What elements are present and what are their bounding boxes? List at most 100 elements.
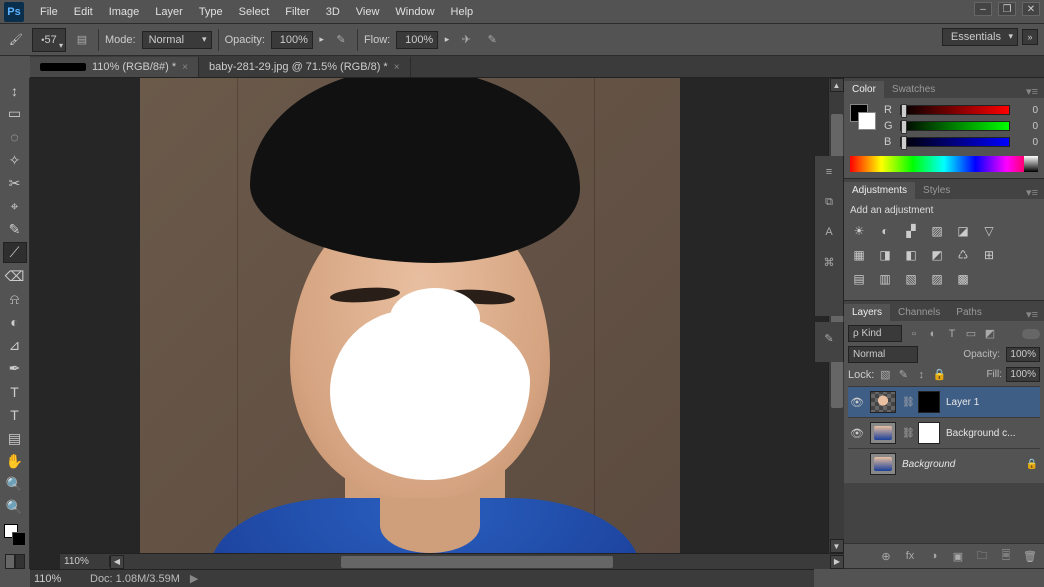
- filter-smart-icon[interactable]: ◩: [982, 326, 998, 342]
- tab-layers[interactable]: Layers: [844, 304, 890, 321]
- layer-row[interactable]: 👁 ⛓ Background c...: [848, 417, 1040, 448]
- status-menu-icon[interactable]: ▶: [190, 572, 198, 585]
- shape-tool[interactable]: ✋: [3, 451, 27, 472]
- lock-pixels-icon[interactable]: ✎: [896, 368, 910, 382]
- photofilter-icon[interactable]: ◧: [902, 246, 920, 264]
- horizontal-scrollbar[interactable]: 110% ◀ ▶: [60, 553, 844, 569]
- tab-adjustments[interactable]: Adjustments: [844, 182, 915, 199]
- brush-panel-toggle-icon[interactable]: ▤: [72, 30, 92, 50]
- brush-preset-picker[interactable]: • 57: [32, 28, 66, 52]
- red-value[interactable]: 0: [1016, 105, 1038, 116]
- visibility-icon[interactable]: 👁: [850, 396, 864, 409]
- color-swatches[interactable]: [4, 524, 26, 545]
- delete-layer-icon[interactable]: 🗑: [1022, 548, 1038, 564]
- tab-close-icon[interactable]: ×: [182, 62, 188, 73]
- tool-preset-icon[interactable]: 🖌: [6, 30, 26, 50]
- dodge-tool[interactable]: ✒: [3, 358, 27, 379]
- menu-layer[interactable]: Layer: [147, 6, 191, 18]
- actions-icon[interactable]: ⧉: [819, 192, 839, 212]
- filter-toggle[interactable]: [1022, 329, 1040, 339]
- quickmask-toggle[interactable]: [5, 554, 25, 569]
- menu-type[interactable]: Type: [191, 6, 231, 18]
- menu-edit[interactable]: Edit: [66, 6, 101, 18]
- fx-icon[interactable]: fx: [902, 548, 918, 564]
- lock-transparency-icon[interactable]: ▧: [878, 368, 892, 382]
- character-icon[interactable]: A: [819, 222, 839, 242]
- stamp-tool[interactable]: ⌫: [3, 265, 27, 286]
- menu-file[interactable]: File: [32, 6, 66, 18]
- workspace-select[interactable]: Essentials: [942, 28, 1018, 46]
- lasso-tool[interactable]: ◌: [3, 126, 27, 147]
- filter-pixel-icon[interactable]: ▫: [906, 326, 922, 342]
- more-icon[interactable]: ▩: [954, 270, 972, 288]
- healing-tool[interactable]: ✎: [3, 219, 27, 240]
- lock-position-icon[interactable]: ↕: [914, 368, 928, 382]
- status-zoom[interactable]: 110%: [34, 573, 80, 585]
- hand-tool[interactable]: 🔍: [3, 474, 27, 495]
- menu-view[interactable]: View: [348, 6, 388, 18]
- red-slider[interactable]: [900, 105, 1010, 115]
- path-select-tool[interactable]: ▤: [3, 428, 27, 449]
- filter-adjust-icon[interactable]: ◐: [925, 326, 941, 342]
- adjustment-layer-icon[interactable]: ▣: [950, 548, 966, 564]
- pressure-opacity-icon[interactable]: ✎: [331, 30, 351, 50]
- threshold-icon[interactable]: ▥: [876, 270, 894, 288]
- gradient-tool[interactable]: ⊿: [3, 335, 27, 356]
- panel-menu-icon[interactable]: ▾≡: [1020, 308, 1044, 321]
- link-icon[interactable]: ⛓: [902, 397, 912, 408]
- invert-icon[interactable]: ⊞: [980, 246, 998, 264]
- document-tab[interactable]: baby-281-29.jpg @ 71.5% (RGB/8) * ×: [199, 57, 411, 77]
- curves-icon[interactable]: ▞: [902, 222, 920, 240]
- tab-channels[interactable]: Channels: [890, 304, 948, 321]
- huesat-icon[interactable]: ▽: [980, 222, 998, 240]
- colorlookup-icon[interactable]: ♺: [954, 246, 972, 264]
- layer-row[interactable]: 👁 ⛓ Layer 1: [848, 386, 1040, 417]
- menu-filter[interactable]: Filter: [277, 6, 317, 18]
- panel-menu-icon[interactable]: ▾≡: [1020, 186, 1044, 199]
- scroll-down-icon[interactable]: ▼: [830, 539, 844, 553]
- blue-value[interactable]: 0: [1016, 137, 1038, 148]
- opacity-field[interactable]: 100%: [271, 31, 313, 49]
- layer-filter-kind[interactable]: ρ Kind: [848, 325, 902, 342]
- tab-close-icon[interactable]: ×: [394, 62, 400, 73]
- marquee-tool[interactable]: ▭: [3, 103, 27, 124]
- properties-icon[interactable]: ✎: [819, 328, 839, 348]
- group-icon[interactable]: 🗀: [974, 548, 990, 564]
- flow-field[interactable]: 100%: [396, 31, 438, 49]
- layer-mask-thumbnail[interactable]: [918, 422, 940, 444]
- type-tool[interactable]: T: [3, 404, 27, 425]
- panel-menu-icon[interactable]: ▾≡: [1020, 85, 1044, 98]
- blend-mode-select[interactable]: Normal: [848, 346, 918, 363]
- status-doc-size[interactable]: Doc: 1.08M/3.59M: [90, 573, 180, 585]
- tab-styles[interactable]: Styles: [915, 182, 958, 199]
- paragraph-icon[interactable]: ⌘: [819, 252, 839, 272]
- menu-window[interactable]: Window: [387, 6, 442, 18]
- tab-paths[interactable]: Paths: [948, 304, 990, 321]
- document-tab[interactable]: 110% (RGB/8#) * ×: [30, 57, 199, 77]
- blend-mode-select[interactable]: Normal: [142, 31, 212, 49]
- layer-opacity-field[interactable]: 100%: [1006, 347, 1040, 362]
- menu-3d[interactable]: 3D: [318, 6, 348, 18]
- menu-image[interactable]: Image: [101, 6, 148, 18]
- airbrush-icon[interactable]: ✈: [456, 30, 476, 50]
- selectivecolor-icon[interactable]: ▨: [928, 270, 946, 288]
- levels-icon[interactable]: ◐: [876, 222, 894, 240]
- pen-tool[interactable]: T: [3, 381, 27, 402]
- green-slider[interactable]: [900, 121, 1010, 131]
- close-button[interactable]: ✕: [1022, 2, 1040, 16]
- link-layers-icon[interactable]: ⊕: [878, 548, 894, 564]
- filter-shape-icon[interactable]: ▭: [963, 326, 979, 342]
- crop-tool[interactable]: ✂: [3, 173, 27, 194]
- layer-thumbnail[interactable]: [870, 422, 896, 444]
- layer-name[interactable]: Background: [902, 459, 1020, 470]
- mask-icon[interactable]: ◑: [926, 548, 942, 564]
- channelmixer-icon[interactable]: ◩: [928, 246, 946, 264]
- filter-type-icon[interactable]: T: [944, 326, 960, 342]
- posterize-icon[interactable]: ▤: [850, 270, 868, 288]
- spectrum-ramp[interactable]: [850, 156, 1038, 172]
- menu-help[interactable]: Help: [443, 6, 482, 18]
- layer-thumbnail[interactable]: [870, 391, 896, 413]
- pressure-size-icon[interactable]: ✎: [482, 30, 502, 50]
- history-icon[interactable]: ≡: [819, 162, 839, 182]
- scroll-thumb[interactable]: [341, 556, 612, 568]
